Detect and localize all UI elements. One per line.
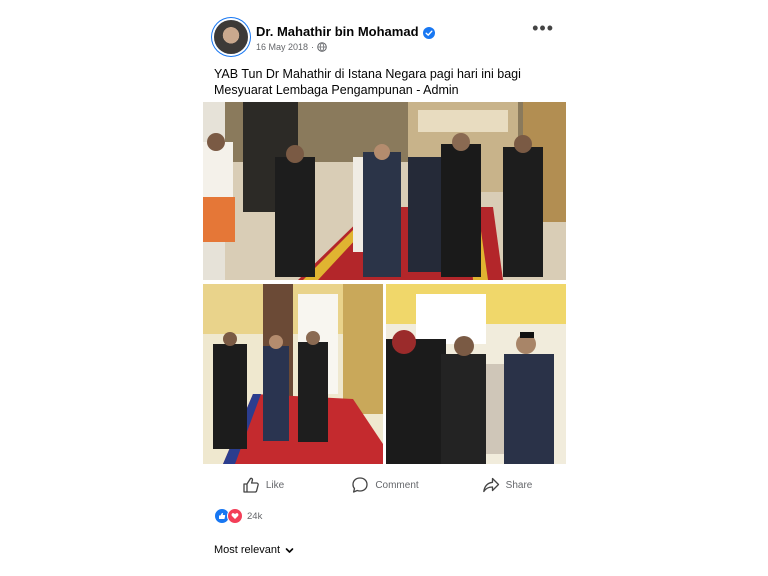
reaction-count: 24k: [247, 510, 263, 522]
globe-icon: [317, 42, 327, 52]
post-date[interactable]: 16 May 2018: [256, 42, 308, 52]
chevron-down-icon: [285, 547, 294, 553]
sort-label: Most relevant: [214, 544, 281, 556]
verified-badge-icon: [422, 26, 435, 39]
like-label: Like: [265, 479, 285, 491]
share-label: Share: [505, 479, 533, 491]
photo-red-carpet-walk[interactable]: [203, 284, 383, 464]
comment-sort-dropdown[interactable]: Most relevant: [214, 544, 294, 556]
love-reaction-icon: [227, 508, 243, 524]
author-avatar[interactable]: [214, 20, 248, 54]
meta-separator: ·: [311, 42, 315, 52]
photo-handshake-greeting[interactable]: [386, 284, 566, 464]
thumbs-up-icon: [243, 477, 259, 493]
reactions-summary[interactable]: 24k: [214, 508, 262, 524]
photo-procession-corridor[interactable]: [203, 102, 566, 280]
photo-grid: [203, 102, 566, 464]
post-caption: YAB Tun Dr Mahathir di Istana Negara pag…: [214, 67, 521, 97]
comment-label: Comment: [375, 479, 419, 491]
comment-button[interactable]: Comment: [324, 472, 446, 498]
post-header: Dr. Mahathir bin Mohamad 16 May 2018 · •…: [214, 18, 568, 60]
share-arrow-icon: [482, 477, 499, 493]
more-options-button[interactable]: •••: [532, 18, 554, 39]
speech-bubble-icon: [352, 477, 368, 493]
like-button[interactable]: Like: [202, 472, 324, 498]
share-button[interactable]: Share: [446, 472, 568, 498]
post-actions: Like Comment Share: [202, 472, 568, 498]
post-meta: 16 May 2018 ·: [256, 42, 327, 52]
author-row: Dr. Mahathir bin Mohamad: [256, 24, 435, 39]
author-name[interactable]: Dr. Mahathir bin Mohamad: [256, 24, 419, 39]
